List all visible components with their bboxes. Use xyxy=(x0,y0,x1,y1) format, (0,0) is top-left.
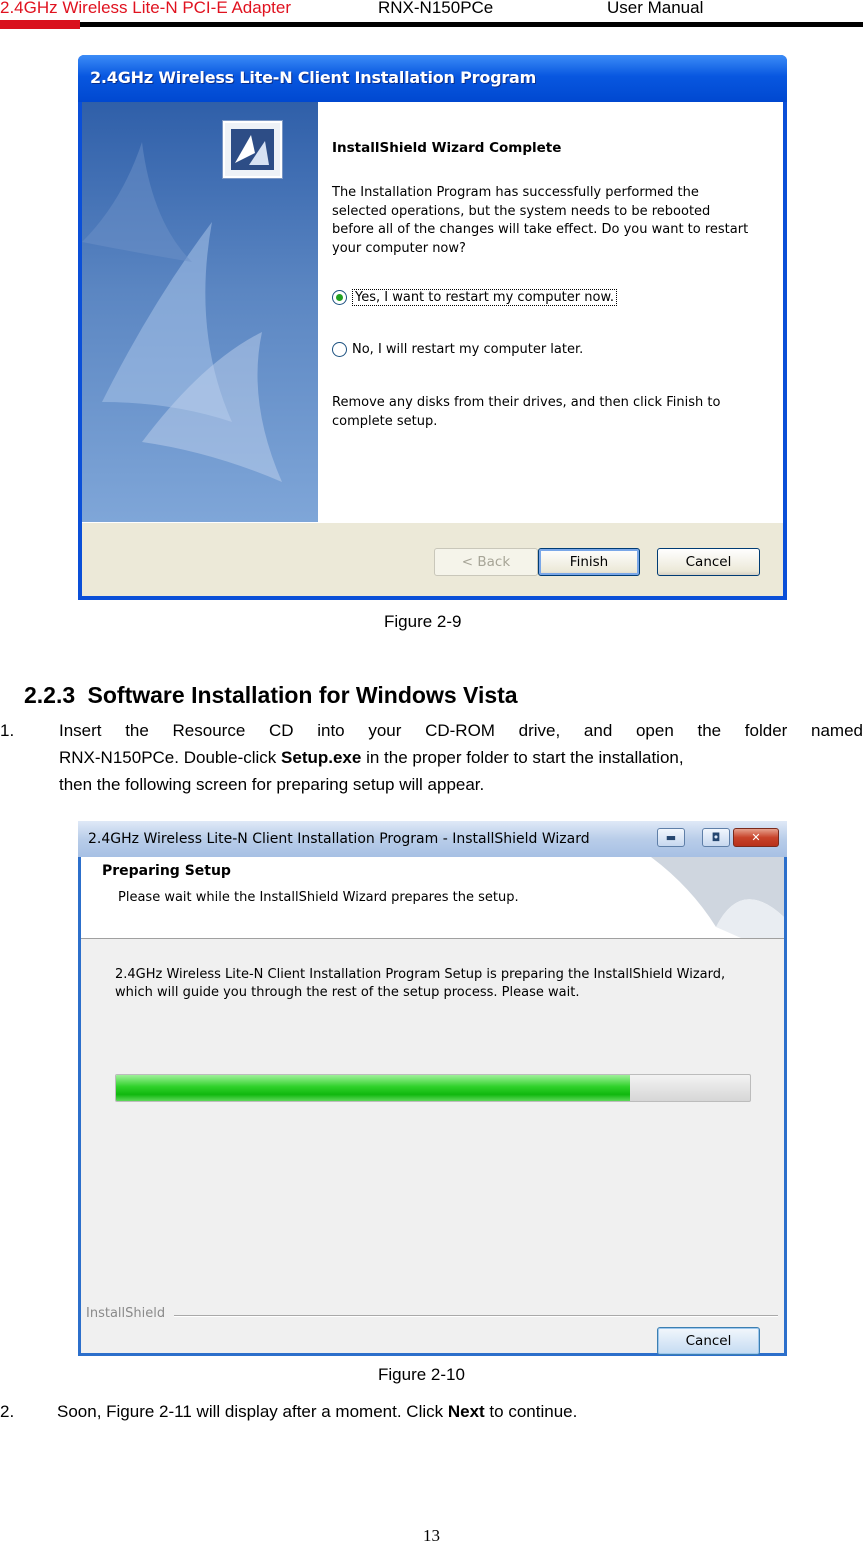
button-separator xyxy=(82,522,783,523)
remove-disks-note: Remove any disks from their drives, and … xyxy=(332,395,721,429)
step-1-text-end: in the proper folder to start the instal… xyxy=(361,748,684,767)
setup-exe-emphasis: Setup.exe xyxy=(281,748,362,767)
back-button[interactable]: < Back xyxy=(434,548,538,576)
minimize-button[interactable]: ▬ xyxy=(657,828,685,847)
banner-subtitle: Please wait while the InstallShield Wiza… xyxy=(118,890,519,905)
header-rule-red xyxy=(0,20,80,29)
figure-2-9-caption: Figure 2-9 xyxy=(384,612,462,631)
page-number: 13 xyxy=(423,1526,440,1545)
progress-fill xyxy=(116,1075,630,1101)
banner-heading: Preparing Setup xyxy=(102,863,231,879)
section-title: Software Installation for Windows Vista xyxy=(87,682,518,708)
installshield-brand: InstallShield xyxy=(86,1306,166,1321)
step-1-line-1: Insert the Resource CD into your CD-ROM … xyxy=(59,721,863,740)
step-1-line-3: then the following screen for preparing … xyxy=(59,775,485,794)
page-curl-graphic-icon xyxy=(651,857,784,938)
window-client: Preparing Setup Please wait while the In… xyxy=(81,857,784,1355)
wizard-banner: Preparing Setup Please wait while the In… xyxy=(81,857,784,939)
installshield-logo-icon xyxy=(223,121,282,178)
wizard-heading: InstallShield Wizard Complete xyxy=(332,140,562,156)
close-button[interactable]: ✕ xyxy=(733,828,779,847)
sail-graphic-icon xyxy=(82,142,282,482)
wizard-side-graphic xyxy=(82,102,318,522)
next-emphasis: Next xyxy=(447,1402,485,1421)
figure-2-9-window: 2.4GHz Wireless Lite-N Client Installati… xyxy=(78,55,787,600)
window-titlebar[interactable]: 2.4GHz Wireless Lite-N Client Installati… xyxy=(78,821,787,857)
maximize-button[interactable]: ◘ xyxy=(702,828,730,847)
restart-now-option[interactable]: Yes, I want to restart my computer now. xyxy=(332,289,618,306)
restart-later-option[interactable]: No, I will restart my computer later. xyxy=(332,342,583,357)
preparing-message: 2.4GHz Wireless Lite-N Client Installati… xyxy=(115,967,726,1000)
window-title: 2.4GHz Wireless Lite-N Client Installati… xyxy=(90,68,537,87)
section-number: 2.2.3 xyxy=(24,682,76,708)
step-1-number: 1. xyxy=(0,721,15,740)
wizard-message: The Installation Program has successfull… xyxy=(332,185,749,256)
cancel-button[interactable]: Cancel xyxy=(657,548,760,576)
finish-button[interactable]: Finish xyxy=(538,548,640,576)
step-2-text: Soon, Figure 2-11 will display after a m… xyxy=(57,1398,577,1425)
figure-2-10-window: 2.4GHz Wireless Lite-N Client Installati… xyxy=(78,821,787,1356)
step-2-number: 2. xyxy=(0,1402,15,1421)
header-product: 2.4GHz Wireless Lite-N PCI-E Adapter xyxy=(0,0,291,17)
radio-unselected-icon[interactable] xyxy=(332,342,347,357)
page-header: 2.4GHz Wireless Lite-N PCI-E Adapter RNX… xyxy=(0,0,863,30)
cancel-button[interactable]: Cancel xyxy=(657,1327,760,1355)
section-heading: 2.2.3 Software Installation for Windows … xyxy=(24,682,518,709)
header-manual: User Manual xyxy=(607,0,704,17)
step-1-line-2: RNX-N150PCe. Double-click Setup.exe in t… xyxy=(59,744,684,771)
setup-progress-bar xyxy=(115,1074,751,1102)
footer-divider xyxy=(174,1315,778,1316)
figure-2-10-caption: Figure 2-10 xyxy=(378,1365,465,1384)
restart-later-label: No, I will restart my computer later. xyxy=(352,342,584,357)
step-2-text-start: Soon, Figure 2-11 will display after a m… xyxy=(57,1402,448,1421)
window-title: 2.4GHz Wireless Lite-N Client Installati… xyxy=(88,831,590,847)
step-2-text-end: to continue. xyxy=(484,1402,578,1421)
restart-now-label: Yes, I want to restart my computer now. xyxy=(352,289,618,306)
radio-selected-icon[interactable] xyxy=(332,290,347,305)
window-client: InstallShield Wizard Complete The Instal… xyxy=(82,102,783,596)
step-1-text: RNX-N150PCe. Double-click xyxy=(59,748,282,767)
header-rule-black xyxy=(80,22,863,27)
window-titlebar[interactable]: 2.4GHz Wireless Lite-N Client Installati… xyxy=(78,55,787,102)
header-model: RNX-N150PCe xyxy=(378,0,494,17)
wizard-content: InstallShield Wizard Complete The Instal… xyxy=(318,102,783,522)
